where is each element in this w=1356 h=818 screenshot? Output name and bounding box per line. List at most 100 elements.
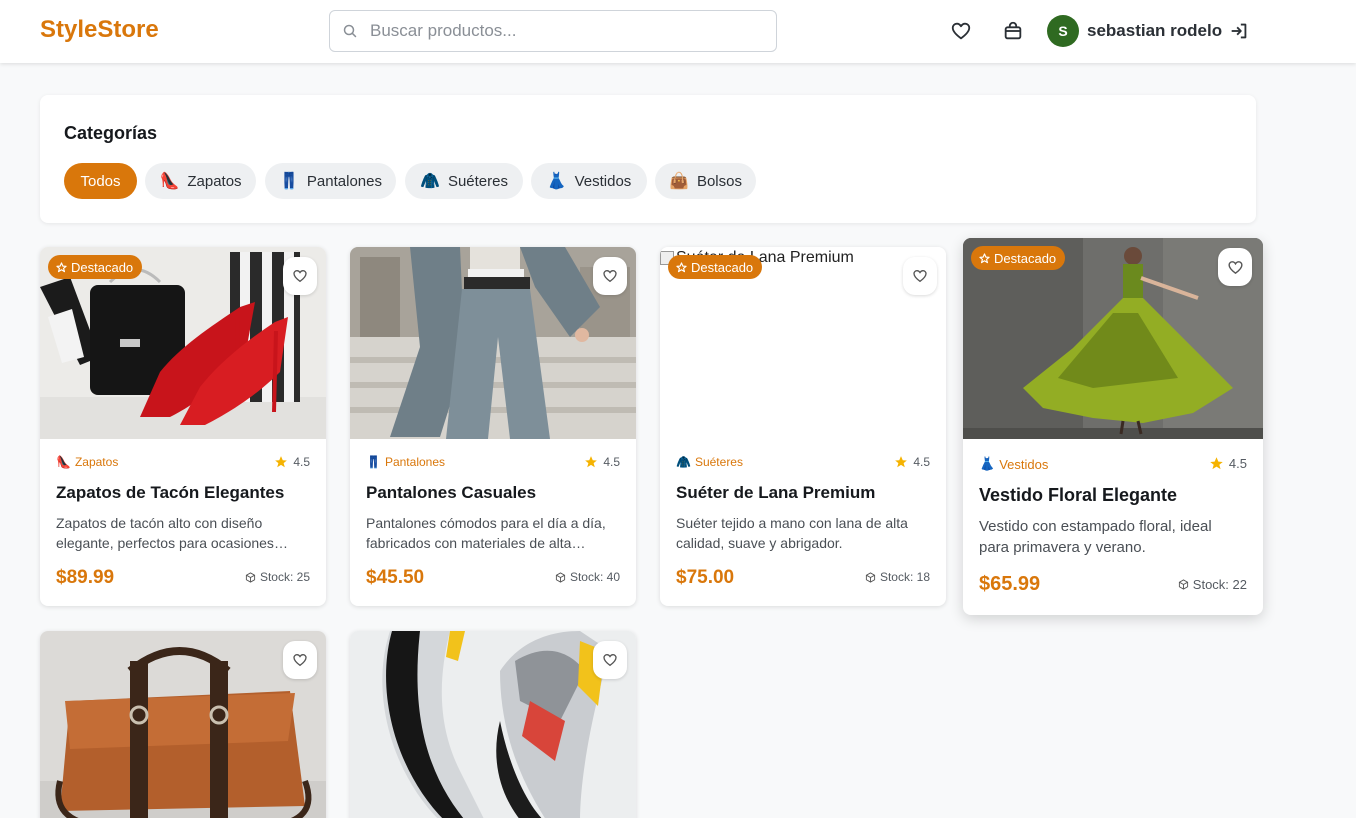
product-category: 👖 Pantalones (366, 455, 445, 469)
high-heel-icon: 👠 (159, 173, 180, 190)
favorite-button[interactable] (283, 641, 317, 679)
user-avatar[interactable]: S (1047, 15, 1079, 47)
star-icon (1210, 457, 1223, 470)
favorite-button[interactable] (1218, 248, 1252, 286)
rating-value: 4.5 (293, 455, 310, 469)
heart-icon (913, 269, 927, 283)
rating-value: 4.5 (1228, 456, 1247, 471)
product-description: Vestido con estampado floral, ideal para… (979, 518, 1212, 556)
shopping-bag-icon[interactable] (1002, 20, 1024, 42)
coat-icon: 🧥 (676, 455, 691, 469)
star-outline-icon (56, 261, 67, 272)
product-description: Pantalones cómodos para el día a día, fa… (366, 515, 606, 551)
heart-icon (1227, 260, 1243, 274)
product-card[interactable]: Destacado 👗 Vestidos 4.5 Vestido Floral … (963, 238, 1263, 615)
product-price: $45.50 (366, 567, 425, 588)
featured-badge: Destacado (668, 255, 763, 279)
chip-label: Bolsos (696, 172, 742, 190)
category-label: Vestidos (999, 456, 1049, 472)
favorite-button[interactable] (283, 257, 317, 295)
heart-icon (603, 269, 617, 283)
product-price: $89.99 (56, 567, 115, 588)
product-card[interactable]: 👖 Pantalones 4.5 Pantalones Casuales Pan… (350, 247, 636, 606)
star-icon (585, 456, 598, 468)
coat-icon: 🧥 (420, 173, 440, 190)
star-icon (275, 456, 288, 468)
stock-label: Stock: 25 (259, 570, 310, 584)
box-icon (865, 571, 876, 583)
featured-label: Destacado (994, 250, 1057, 266)
chip-label: Pantalones (306, 172, 382, 190)
product-description: Suéter tejido a mano con lana de alta ca… (676, 515, 908, 551)
stock-label: Stock: 22 (1192, 577, 1247, 592)
stock-label: Stock: 18 (879, 570, 930, 584)
featured-badge: Destacado (971, 246, 1066, 270)
product-card[interactable] (350, 631, 636, 818)
star-icon (895, 456, 908, 468)
dress-icon: 👗 (979, 456, 996, 471)
product-description: Zapatos de tacón alto con diseño elegant… (56, 515, 274, 551)
product-stock: Stock: 40 (555, 570, 620, 584)
store-logo[interactable]: StyleStore (40, 16, 159, 44)
product-card[interactable]: Destacado 👠 Zapatos 4.5 Zapatos de Tacón… (40, 247, 326, 606)
product-stock: Stock: 18 (865, 570, 930, 584)
category-label: Pantalones (384, 455, 445, 469)
search-input[interactable] (370, 20, 760, 42)
box-icon (555, 571, 566, 583)
user-name[interactable]: sebastian rodelo (1087, 21, 1222, 41)
heart-icon (293, 269, 307, 283)
category-label: Suéteres (694, 455, 743, 469)
box-icon (245, 571, 256, 583)
category-chip-zapatos[interactable]: 👠 Zapatos (145, 163, 256, 199)
category-chip-todos[interactable]: Todos (64, 163, 137, 199)
product-rating: 4.5 (274, 455, 310, 469)
heart-icon (293, 653, 307, 667)
category-chip-vestidos[interactable]: 👗 Vestidos (531, 163, 647, 199)
category-chip-sueteres[interactable]: 🧥 Suéteres (405, 163, 523, 199)
category-chip-pantalones[interactable]: 👖 Pantalones (265, 163, 396, 199)
favorite-button[interactable] (903, 257, 937, 295)
product-stock: Stock: 22 (1178, 577, 1247, 592)
featured-badge: Destacado (48, 255, 143, 279)
featured-label: Destacado (691, 259, 754, 275)
category-chip-bolsos[interactable]: 👜 Bolsos (655, 163, 756, 199)
product-card[interactable]: Suéter de Lana Premium Destacado 🧥 Suéte… (660, 247, 946, 606)
category-label: Zapatos (74, 455, 119, 469)
jeans-icon: 👖 (279, 173, 299, 190)
favorite-button[interactable] (593, 641, 627, 679)
product-title[interactable]: Suéter de Lana Premium (676, 483, 875, 503)
heart-icon[interactable] (950, 20, 972, 42)
chip-label: Vestidos (574, 172, 632, 190)
dress-icon: 👗 (546, 173, 567, 190)
logout-icon[interactable] (1228, 20, 1250, 42)
product-card[interactable] (40, 631, 326, 818)
chip-label: Todos (80, 172, 121, 190)
handbag-icon: 👜 (669, 173, 689, 190)
product-price: $75.00 (676, 567, 735, 588)
rating-value: 4.5 (913, 455, 930, 469)
categories-panel: Categorías Todos 👠 Zapatos 👖 Pantalones … (40, 95, 1256, 223)
product-price: $65.99 (979, 573, 1041, 595)
product-category: 👠 Zapatos (56, 455, 118, 469)
product-rating: 4.5 (584, 455, 620, 469)
rating-value: 4.5 (603, 455, 620, 469)
product-title[interactable]: Zapatos de Tacón Elegantes (56, 483, 284, 503)
featured-label: Destacado (71, 259, 134, 275)
top-navbar: StyleStore S sebastian rodelo (0, 0, 1356, 63)
high-heel-icon: 👠 (56, 455, 71, 469)
product-title[interactable]: Vestido Floral Elegante (979, 485, 1177, 506)
search-icon (343, 24, 357, 38)
jeans-icon: 👖 (366, 455, 381, 469)
product-rating: 4.5 (894, 455, 930, 469)
search-box[interactable] (329, 10, 777, 52)
product-rating: 4.5 (1209, 456, 1247, 471)
product-stock: Stock: 25 (245, 570, 310, 584)
product-category: 🧥 Suéteres (676, 455, 743, 469)
product-title[interactable]: Pantalones Casuales (366, 483, 536, 503)
favorite-button[interactable] (593, 257, 627, 295)
star-outline-icon (676, 261, 687, 272)
chip-label: Zapatos (187, 172, 242, 190)
product-category: 👗 Vestidos (979, 456, 1048, 472)
categories-title: Categorías (64, 123, 158, 143)
box-icon (1178, 579, 1188, 590)
